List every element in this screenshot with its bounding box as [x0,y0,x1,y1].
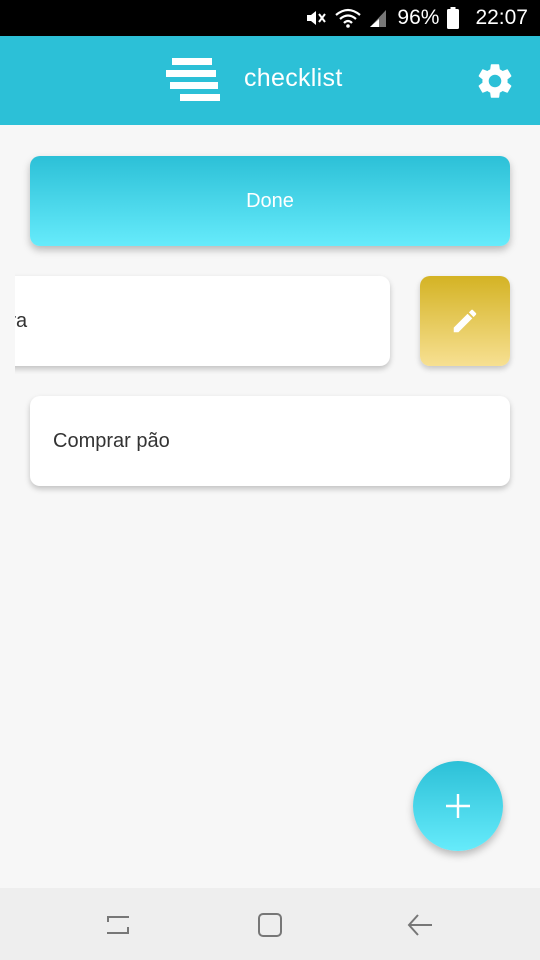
back-button[interactable] [400,908,440,942]
clock: 22:07 [475,6,528,29]
add-task-button[interactable] [413,761,503,851]
signal-icon [369,8,387,28]
checklist-logo-icon [166,58,220,102]
settings-button[interactable] [474,60,516,102]
battery-icon [447,7,460,29]
status-bar: 96% 22:07 [0,0,540,36]
recents-button[interactable] [98,908,138,942]
app-title: checklist [244,64,343,92]
home-button[interactable] [250,908,290,942]
gear-icon [478,64,512,98]
mute-icon [305,8,327,28]
task-card[interactable]: Comprar pão [30,396,510,486]
task-label: o fora [15,309,28,332]
system-nav-bar [0,888,540,960]
edit-task-button[interactable] [420,276,510,366]
pencil-icon [453,309,477,333]
battery-percentage: 96% [397,6,440,29]
recents-icon [107,916,129,934]
swiped-card-clip: o fora [15,270,405,374]
task-card-swiped[interactable]: o fora [15,276,390,366]
wifi-icon [335,8,362,28]
app-screen: 96% 22:07 checklist Done a Comprar pão [0,0,540,960]
back-icon [407,914,432,936]
home-icon [258,913,282,937]
done-button[interactable]: Done [30,156,510,246]
app-bar: checklist [0,36,540,125]
done-button-label: Done [246,189,294,212]
task-label: Comprar pão [53,429,170,452]
plus-icon [446,794,470,818]
